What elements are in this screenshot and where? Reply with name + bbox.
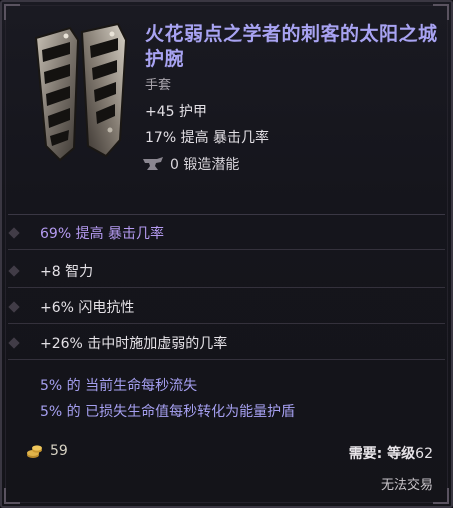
requirement-level: 62 (415, 446, 433, 462)
gold-coins-icon (27, 445, 42, 458)
affix-effect: 5% 的 已损失生命值每秒转化为能量护盾 (40, 404, 296, 420)
modifier-marker (8, 264, 20, 277)
modifier-row: +8 智力 (8, 254, 445, 288)
anvil-icon (143, 157, 163, 170)
gold-value: 59 (26, 443, 68, 459)
modifier-text: +8 智力 (40, 263, 94, 280)
section-divider (8, 214, 445, 215)
modifier-marker (8, 300, 20, 313)
modifier-text: +6% 闪电抗性 (40, 299, 135, 316)
modifier-marker (8, 226, 20, 239)
level-requirement: 需要: 等级62 (349, 443, 433, 463)
modifier-text: 69% 提高 暴击几率 (40, 225, 165, 242)
bracer-icon (34, 22, 128, 162)
forge-potential-text: 0 锻造潜能 (170, 157, 240, 173)
forge-potential: 0 锻造潜能 (142, 154, 239, 174)
modifier-row: +6% 闪电抗性 (8, 290, 445, 324)
untradeable-label: 无法交易 (380, 478, 433, 493)
item-tooltip: 火花弱点之学者的刺客的太阳之城护腕 手套 +45 护甲 17% 提高 暴击几率 … (0, 0, 453, 508)
base-stat-armor: +45 护甲 (145, 104, 207, 120)
affix-effect: 5% 的 当前生命每秒流失 (40, 378, 198, 394)
requirement-label: 需要: 等级 (348, 446, 416, 462)
item-type: 手套 (145, 78, 172, 93)
frame-corner (4, 4, 20, 20)
modifier-row: +26% 击中时施加虚弱的几率 (8, 326, 445, 360)
frame-corner (4, 488, 20, 504)
gold-amount: 59 (50, 443, 68, 459)
frame-corner (433, 488, 449, 504)
modifier-marker (8, 336, 20, 349)
frame-corner (433, 4, 449, 20)
modifier-row: 69% 提高 暴击几率 (8, 216, 445, 250)
item-title: 火花弱点之学者的刺客的太阳之城护腕 (145, 23, 438, 70)
modifier-text: +26% 击中时施加虚弱的几率 (40, 335, 228, 352)
base-stat-crit: 17% 提高 暴击几率 (145, 130, 270, 146)
